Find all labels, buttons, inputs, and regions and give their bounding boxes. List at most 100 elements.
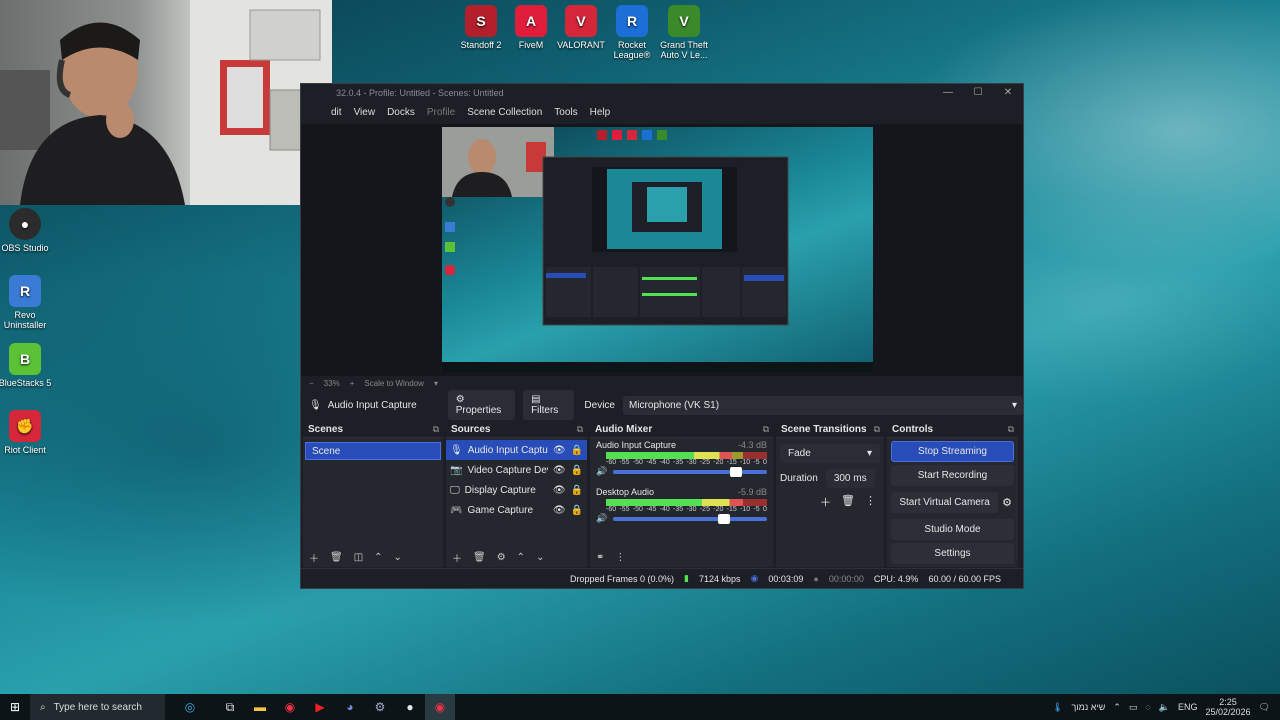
- window-title: 32.0.4 - Profile: Untitled - Scenes: Unt…: [336, 88, 504, 98]
- start-recording-button[interactable]: Start Recording: [891, 465, 1014, 486]
- task-view-icon[interactable]: ⧉: [215, 694, 245, 720]
- speaker-icon[interactable]: 🔊: [596, 466, 607, 477]
- chevron-down-icon[interactable]: ⌄: [536, 552, 544, 563]
- add-icon[interactable]: ＋: [309, 550, 319, 565]
- window-controls: — ☐ ✕: [933, 84, 1023, 102]
- add-icon[interactable]: ＋: [820, 494, 831, 510]
- lock-icon[interactable]: 🔒: [571, 465, 583, 476]
- maximize-icon[interactable]: ☐: [963, 84, 993, 102]
- slider-knob[interactable]: [730, 466, 743, 477]
- scene-item[interactable]: Scene: [305, 442, 441, 460]
- source-item[interactable]: 📷 Video Capture Devic 👁 🔒: [446, 460, 587, 480]
- volume-slider[interactable]: [613, 513, 767, 524]
- chevron-up-icon[interactable]: ⌃: [1113, 702, 1121, 713]
- chevron-up-icon[interactable]: ⌃: [374, 552, 382, 563]
- properties-button[interactable]: ⚙ Properties: [447, 390, 516, 420]
- chevron-up-icon[interactable]: ⌃: [517, 552, 525, 563]
- desktop-icon-gta[interactable]: V Grand Theft Auto V Le...: [654, 5, 714, 60]
- eye-icon[interactable]: 👁: [553, 445, 566, 456]
- scale-mode[interactable]: Scale to Window: [364, 379, 424, 388]
- desktop-icon-bluestacks[interactable]: B BlueStacks 5: [0, 343, 55, 388]
- desktop-icon-revo[interactable]: R Revo Uninstaller: [0, 275, 55, 330]
- studio-mode-button[interactable]: Studio Mode: [891, 519, 1014, 540]
- lock-icon[interactable]: 🔒: [571, 445, 583, 456]
- speaker-icon[interactable]: 🔊: [596, 513, 607, 524]
- chrome-active-icon[interactable]: ◉: [425, 694, 455, 720]
- transition-select[interactable]: Fade ▾: [780, 444, 880, 463]
- windows-start-icon[interactable]: ⊞: [0, 694, 30, 720]
- eye-icon[interactable]: 👁: [553, 465, 566, 476]
- eye-icon[interactable]: 👁: [553, 505, 566, 516]
- chevron-down-icon[interactable]: ▾: [434, 379, 438, 388]
- scale-tick: -5: [753, 506, 760, 513]
- dock-menu-icon[interactable]: ⧉: [874, 424, 880, 435]
- menu-view[interactable]: View: [354, 107, 376, 118]
- trash-icon[interactable]: 🗑: [330, 552, 343, 563]
- zoom-in-button[interactable]: +: [350, 379, 355, 388]
- minimize-icon[interactable]: —: [933, 84, 963, 102]
- lock-icon[interactable]: 🔒: [571, 505, 583, 516]
- gear-icon[interactable]: ⚙: [497, 552, 506, 563]
- dock-menu-icon[interactable]: ⧉: [763, 424, 769, 435]
- cortana-icon[interactable]: ◎: [165, 694, 215, 720]
- slider-knob[interactable]: [717, 513, 730, 524]
- volume-slider[interactable]: [613, 466, 767, 477]
- filters-button[interactable]: ▤ Filters: [523, 390, 575, 420]
- language-indicator[interactable]: ENG: [1178, 702, 1198, 712]
- add-icon[interactable]: ＋: [452, 550, 462, 565]
- program-preview[interactable]: [442, 127, 873, 372]
- volume-icon[interactable]: 🔈: [1159, 702, 1170, 713]
- menu-scene-collection[interactable]: Scene Collection: [467, 107, 542, 118]
- source-item[interactable]: 🎙 Audio Input Capture 👁 🔒: [446, 440, 587, 460]
- start-virtual-camera-button[interactable]: Start Virtual Camera: [891, 492, 999, 513]
- eye-icon[interactable]: 👁: [553, 485, 566, 496]
- dock-menu-icon[interactable]: ⧉: [1008, 424, 1014, 435]
- desktop-icon-obs[interactable]: ● OBS Studio: [0, 208, 55, 253]
- more-icon[interactable]: ⋮: [615, 552, 625, 563]
- dock-menu-icon[interactable]: ⧉: [433, 424, 439, 435]
- scale-tick: -30: [686, 506, 697, 513]
- zoom-out-button[interactable]: −: [309, 379, 314, 388]
- obs-taskbar-icon[interactable]: ●: [395, 694, 425, 720]
- microphone-icon: 🎙: [450, 444, 463, 456]
- menu-tools[interactable]: Tools: [554, 107, 577, 118]
- menu-docks[interactable]: Docks: [387, 107, 415, 118]
- network-icon[interactable]: ◌: [1145, 702, 1150, 712]
- source-item[interactable]: 🎮 Game Capture 👁 🔒: [446, 500, 587, 520]
- chrome-icon[interactable]: ◉: [275, 694, 305, 720]
- source-item[interactable]: 🖵 Display Capture 👁 🔒: [446, 480, 587, 500]
- chevron-down-icon[interactable]: ⌄: [394, 552, 402, 563]
- stop-streaming-button[interactable]: Stop Streaming: [891, 441, 1014, 462]
- filter-icon[interactable]: ◫: [354, 552, 363, 563]
- file-explorer-icon[interactable]: ▬: [245, 694, 275, 720]
- taskbar-search[interactable]: ⌕ Type here to search: [30, 694, 165, 720]
- link-icon[interactable]: ⚭: [596, 552, 604, 563]
- clock[interactable]: 2:25 25/02/2026: [1206, 697, 1251, 717]
- notification-icon[interactable]: 🗨: [1259, 702, 1270, 713]
- trash-icon[interactable]: 🗑: [473, 552, 486, 563]
- selected-source-name: Audio Input Capture: [327, 399, 417, 411]
- obs-titlebar[interactable]: 32.0.4 - Profile: Untitled - Scenes: Unt…: [301, 84, 1023, 102]
- volume-row: 🔊: [596, 513, 767, 524]
- scale-tick: -10: [740, 459, 751, 466]
- microphone-icon: 🎙: [309, 399, 322, 411]
- lock-icon[interactable]: 🔒: [571, 485, 583, 496]
- close-icon[interactable]: ✕: [993, 84, 1023, 102]
- trash-icon[interactable]: 🗑: [841, 494, 855, 510]
- desktop-icon-rocket-league[interactable]: R Rocket League®: [602, 5, 662, 60]
- steam-icon[interactable]: ⚙: [365, 694, 395, 720]
- settings-button[interactable]: Settings: [891, 543, 1014, 564]
- more-icon[interactable]: ⋮: [865, 494, 876, 510]
- battery-icon[interactable]: ▭: [1129, 702, 1138, 713]
- gear-icon[interactable]: ⚙: [1002, 496, 1018, 509]
- menu-profile[interactable]: Profile: [427, 107, 455, 118]
- dock-menu-icon[interactable]: ⧉: [577, 424, 583, 435]
- taskbar: ⊞ ⌕ Type here to search ◎ ⧉ ▬ ◉ ▶ ◕ ⚙ ● …: [0, 694, 1280, 720]
- menu-edit[interactable]: dit: [331, 107, 342, 118]
- discord-icon[interactable]: ◕: [335, 694, 365, 720]
- duration-input[interactable]: 300 ms: [825, 469, 875, 488]
- youtube-icon[interactable]: ▶: [305, 694, 335, 720]
- device-select[interactable]: Microphone (VK S1) ▾: [623, 395, 1023, 415]
- menu-help[interactable]: Help: [590, 107, 611, 118]
- desktop-icon-riot[interactable]: ✊ Riot Client: [0, 410, 55, 455]
